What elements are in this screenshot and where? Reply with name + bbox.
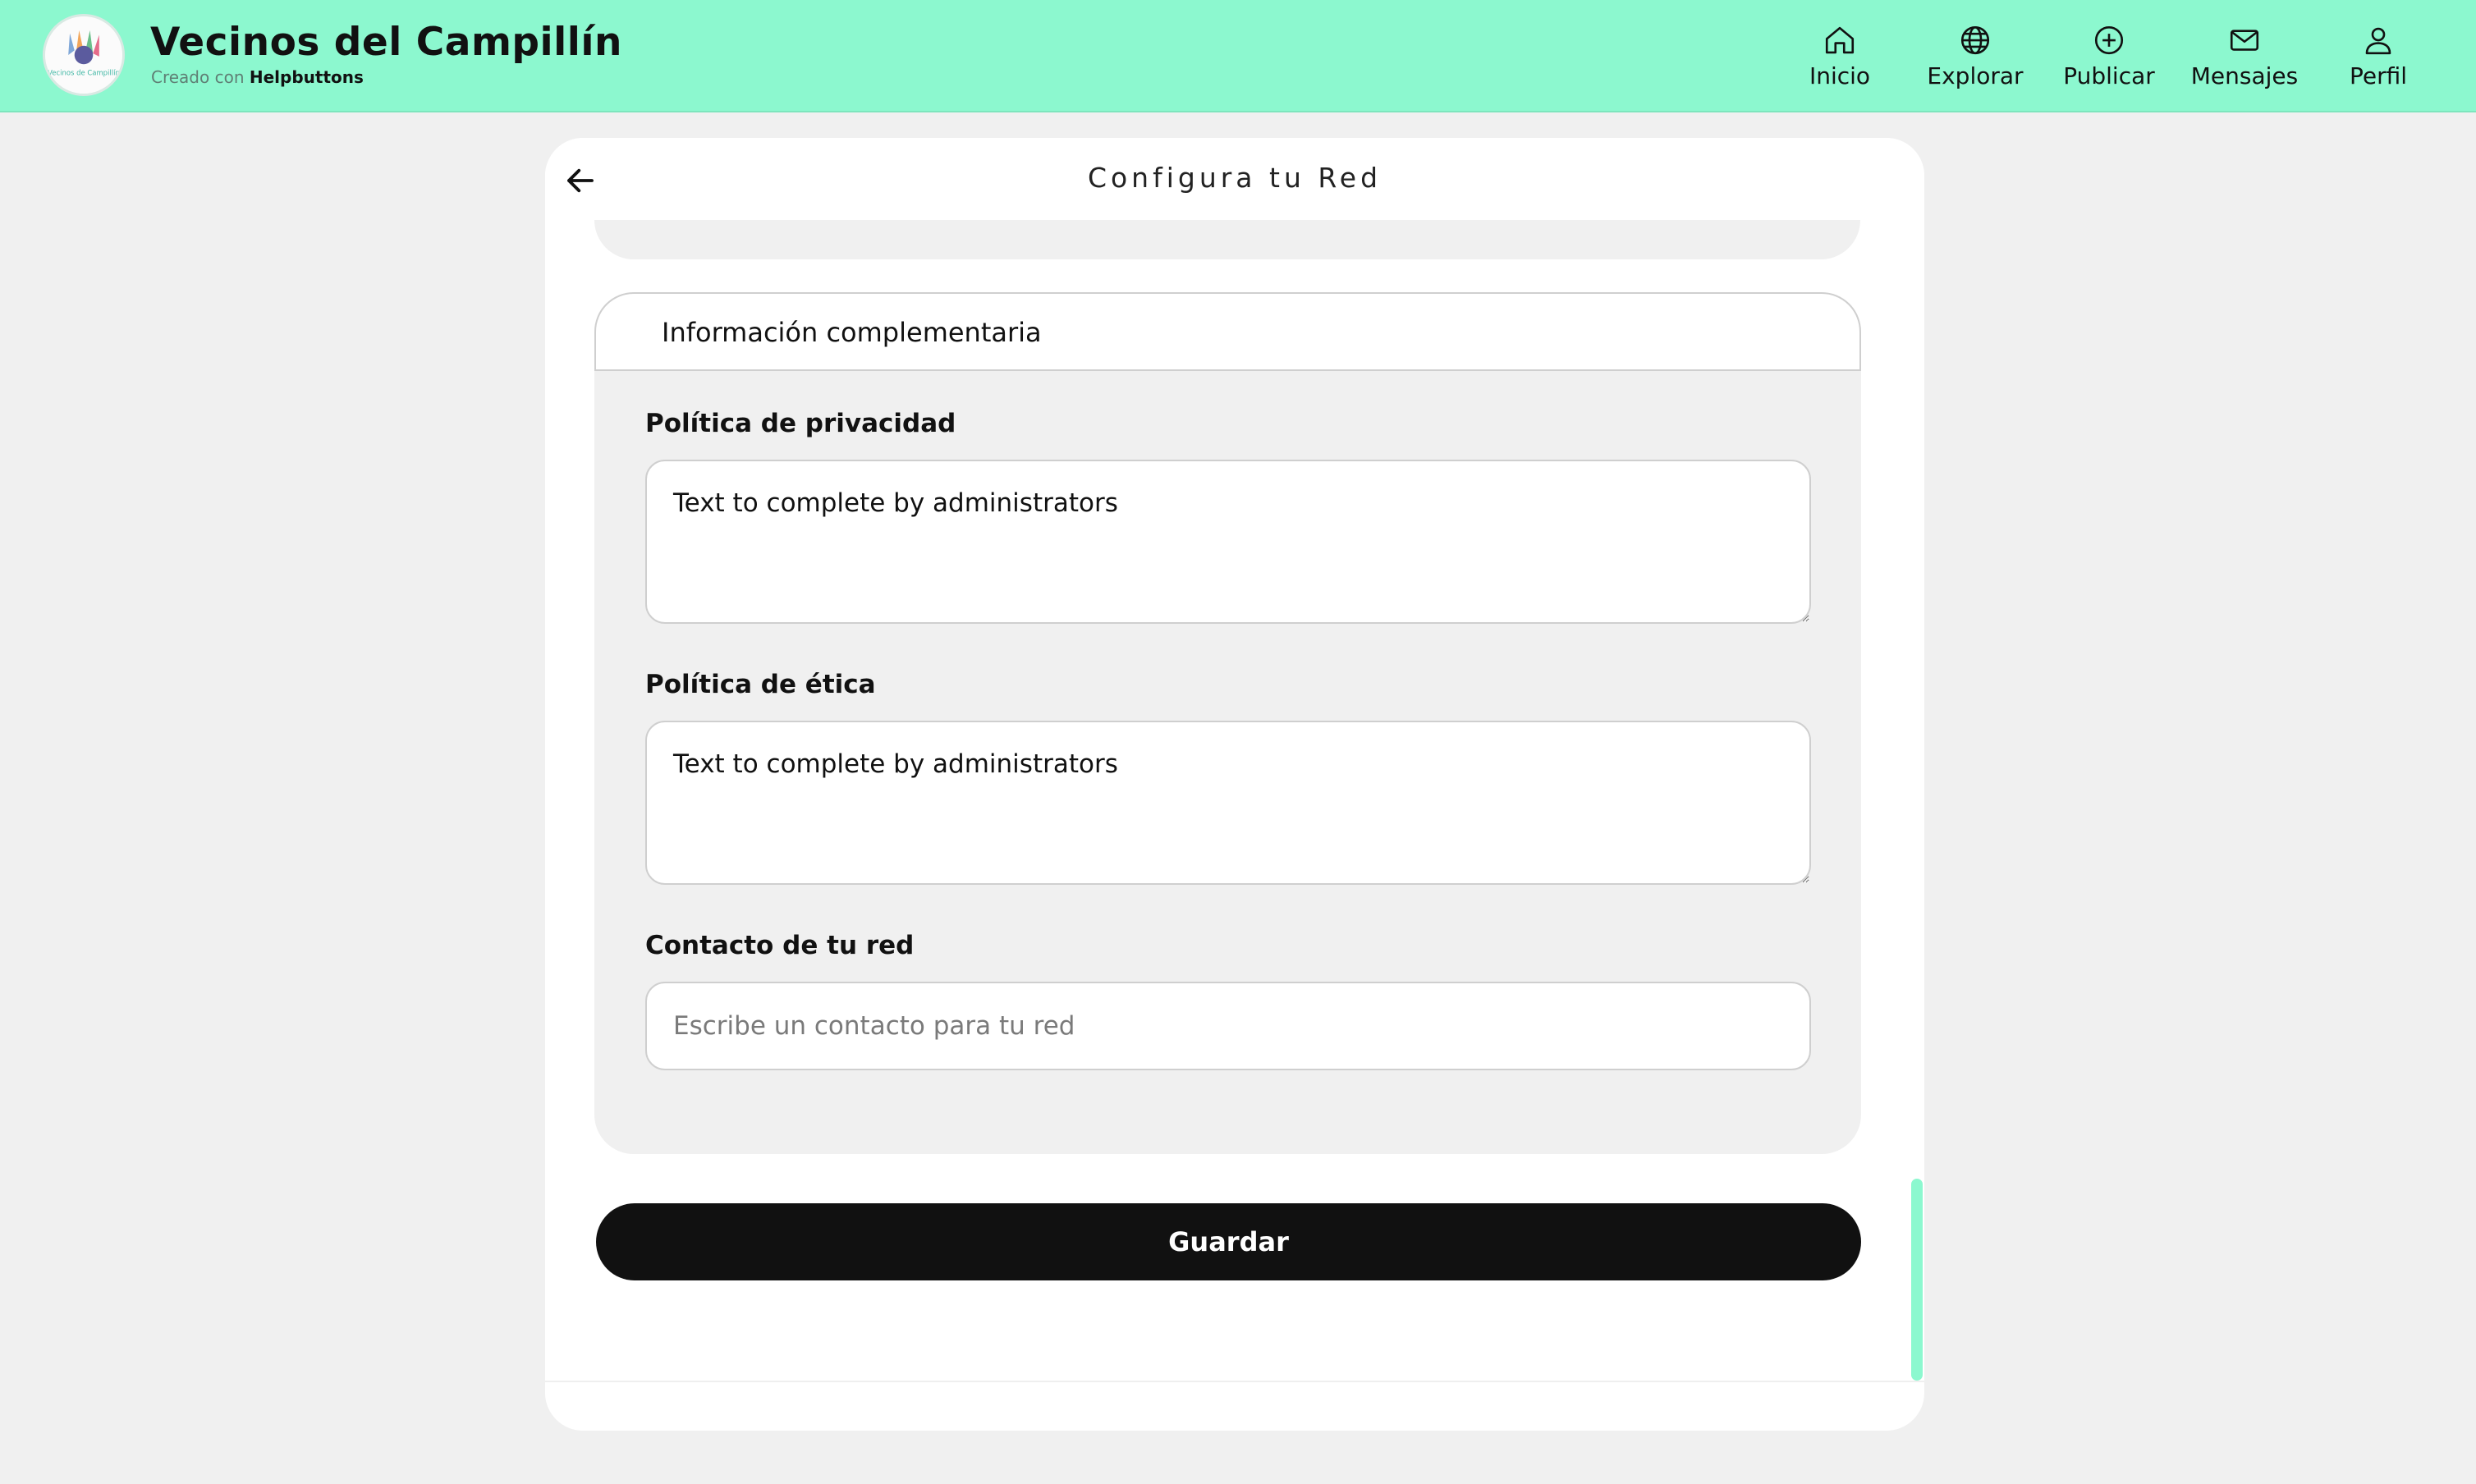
ethics-policy-textarea[interactable]: Text to complete by administrators xyxy=(645,721,1811,885)
subtitle-prefix: Creado con xyxy=(151,67,245,87)
network-logo[interactable]: Vecinos de Campillín xyxy=(43,14,125,96)
nav-perfil[interactable]: Perfil xyxy=(2317,23,2440,97)
privacy-policy-textarea[interactable]: Text to complete by administrators xyxy=(645,460,1811,624)
nav-label: Mensajes xyxy=(2190,62,2299,89)
privacy-policy-label: Política de privacidad xyxy=(645,409,956,438)
nav-explorar[interactable]: Explorar xyxy=(1914,23,2037,97)
nav-label: Perfil xyxy=(2349,62,2408,89)
card-header: Configura tu Red xyxy=(545,138,1924,220)
previous-section-panel xyxy=(594,220,1860,259)
nav-label: Publicar xyxy=(2063,62,2155,89)
top-navbar: Vecinos de Campillín Vecinos del Campill… xyxy=(0,0,2476,112)
network-title: Vecinos del Campillín xyxy=(150,20,622,65)
ethics-policy-label: Política de ética xyxy=(645,670,876,699)
page-title: Configura tu Red xyxy=(1087,162,1382,194)
globe-icon xyxy=(1960,25,1990,55)
network-contact-input[interactable] xyxy=(645,982,1811,1070)
network-logo-image: Vecinos de Campillín xyxy=(45,16,122,94)
svg-text:Vecinos de Campillín: Vecinos de Campillín xyxy=(48,68,120,76)
mail-icon xyxy=(2230,30,2259,51)
nav-mensajes[interactable]: Mensajes xyxy=(2183,23,2306,97)
nav-inicio[interactable]: Inicio xyxy=(1778,23,1901,97)
home-icon xyxy=(1825,26,1855,54)
card-divider xyxy=(545,1381,1924,1382)
settings-card: Configura tu Red Información complementa… xyxy=(545,138,1924,1431)
user-icon xyxy=(2365,27,2391,55)
network-contact-label: Contacto de tu red xyxy=(645,931,915,960)
section-title: Información complementaria xyxy=(662,317,1042,348)
network-subtitle: Creado con Helpbuttons xyxy=(151,67,364,87)
nav-label: Explorar xyxy=(1927,62,2024,89)
section-header[interactable]: Información complementaria xyxy=(594,292,1861,371)
scrollbar-thumb[interactable] xyxy=(1911,1179,1923,1381)
save-button[interactable]: Guardar xyxy=(596,1203,1861,1280)
nav-publicar[interactable]: Publicar xyxy=(2047,23,2171,97)
plus-circle-icon xyxy=(2094,25,2124,55)
helpbuttons-link[interactable]: Helpbuttons xyxy=(250,67,364,87)
nav-label: Inicio xyxy=(1809,62,1871,89)
